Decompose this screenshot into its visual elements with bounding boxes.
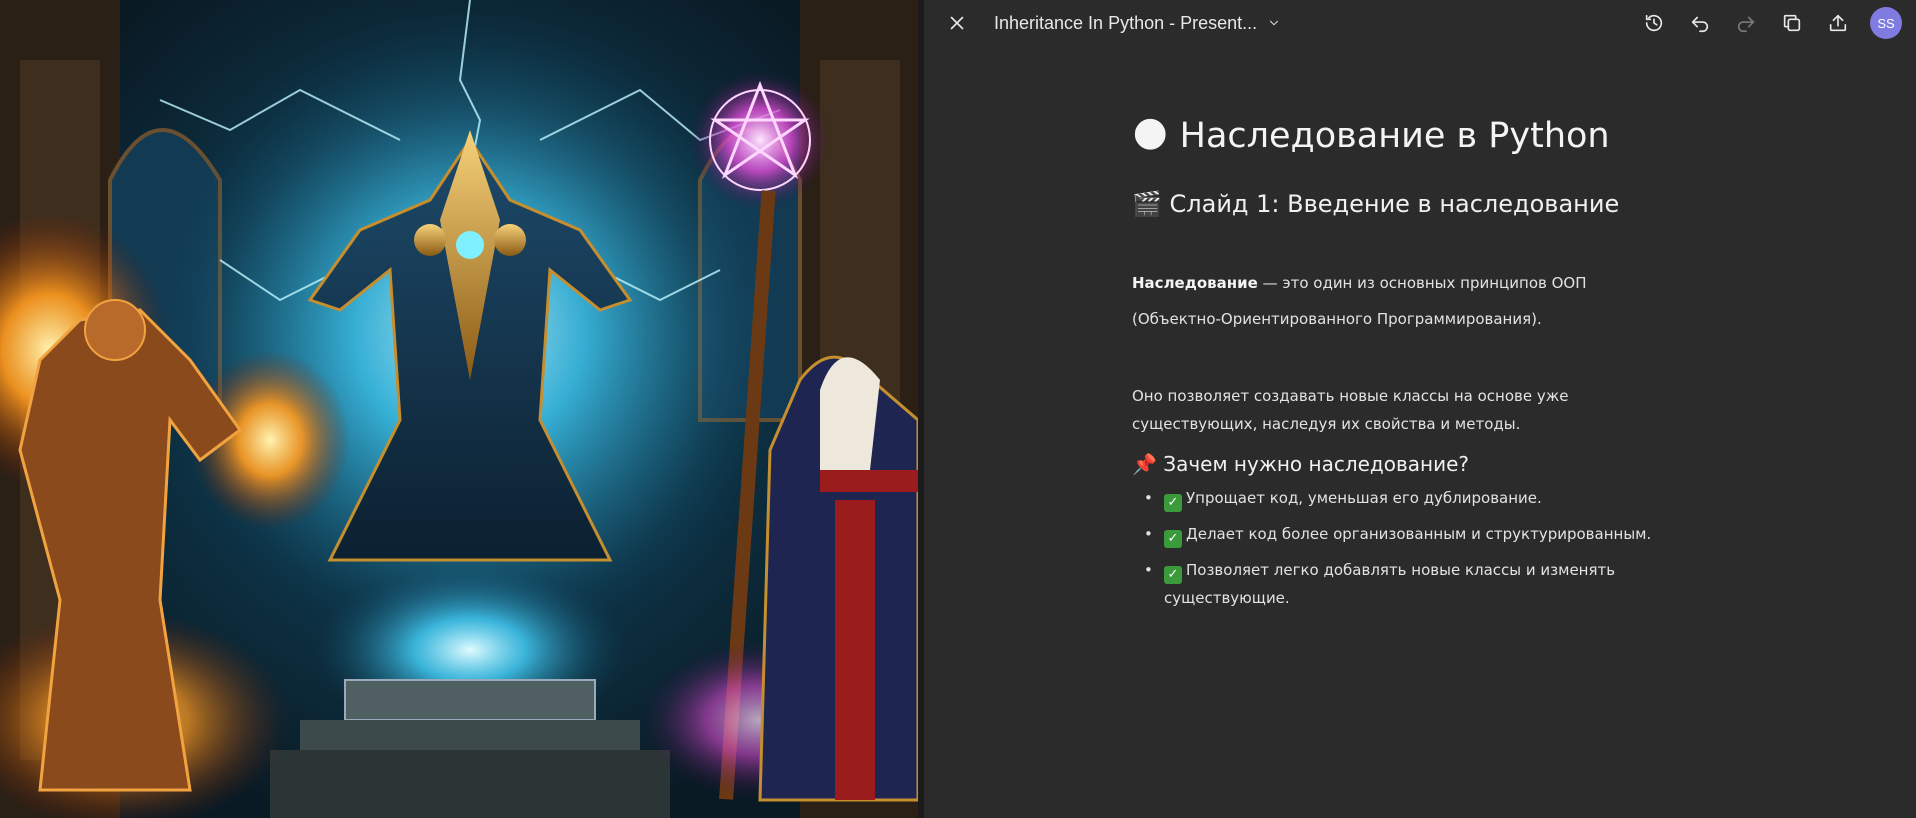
list-item-text: Делает код более организованным и структ… [1186, 525, 1652, 543]
user-avatar[interactable]: SS [1870, 7, 1902, 39]
close-icon [950, 16, 964, 30]
list-item: ✓Упрощает код, уменьшая его дублирование… [1132, 484, 1692, 512]
check-mark-icon: ✓ [1164, 494, 1182, 512]
document-content: 🌑 Наследование в Python 🎬 Слайд 1: Введе… [1132, 110, 1692, 607]
intro-paragraph-line-2: (Объектно-Ориентированного Программирова… [1132, 310, 1542, 328]
version-history-button[interactable] [1639, 8, 1669, 38]
fantasy-artwork-image [0, 0, 918, 818]
description-paragraph: Оно позволяет создавать новые классы на … [1132, 387, 1569, 433]
undo-icon [1691, 16, 1709, 33]
copy-button[interactable] [1777, 8, 1807, 38]
intro-term: Наследование [1132, 274, 1258, 292]
check-mark-icon: ✓ [1164, 566, 1182, 584]
document-title-dropdown[interactable]: Inheritance In Python - Present... [994, 10, 1281, 36]
redo-icon [1737, 16, 1755, 33]
pushpin-emoji-icon: 📌 [1132, 452, 1157, 476]
redo-button[interactable] [1731, 8, 1761, 38]
history-icon [1645, 14, 1663, 32]
undo-button[interactable] [1685, 8, 1715, 38]
copy-icon [1783, 14, 1801, 32]
top-toolbar: Inheritance In Python - Present... SS [924, 0, 1916, 46]
moon-emoji-icon: 🌑 [1132, 116, 1169, 156]
document-heading-text: Наследование в Python [1179, 116, 1610, 156]
list-item: ✓Позволяет легко добавлять новые классы … [1132, 556, 1692, 612]
intro-rest: — это один из основных принципов ООП [1257, 274, 1587, 292]
artwork-illustration [0, 0, 918, 818]
why-heading: 📌 Зачем нужно наследование? [1132, 452, 1469, 476]
document-title: Inheritance In Python - Present... [994, 12, 1258, 33]
why-heading-text: Зачем нужно наследование? [1163, 452, 1470, 476]
list-item: ✓Делает код более организованным и струк… [1132, 520, 1692, 548]
slide-heading-text: Слайд 1: Введение в наследование [1169, 190, 1620, 218]
editor-panel: Inheritance In Python - Present... SS 🌑 … [924, 0, 1916, 818]
intro-paragraph-line-1: Наследование — это один из основных прин… [1132, 274, 1587, 292]
share-button[interactable] [1823, 8, 1853, 38]
share-icon [1829, 14, 1847, 32]
list-item-text: Упрощает код, уменьшая его дублирование. [1186, 489, 1542, 507]
check-mark-icon: ✓ [1164, 530, 1182, 548]
benefits-list: ✓Упрощает код, уменьшая его дублирование… [1132, 484, 1692, 620]
list-item-text: Позволяет легко добавлять новые классы и… [1164, 561, 1616, 607]
slide-heading: 🎬 Слайд 1: Введение в наследование [1132, 190, 1619, 218]
document-heading: 🌑 Наследование в Python [1132, 110, 1692, 162]
clapperboard-emoji-icon: 🎬 [1132, 190, 1162, 218]
close-button[interactable] [942, 8, 972, 38]
chevron-down-icon [1270, 20, 1279, 26]
